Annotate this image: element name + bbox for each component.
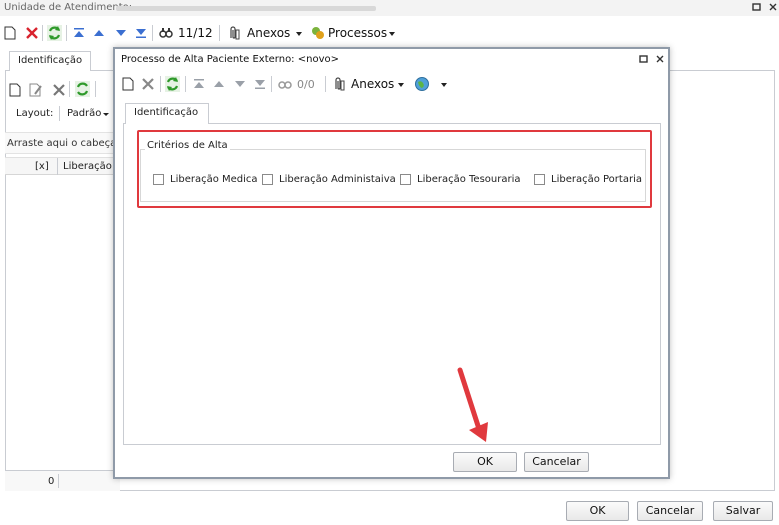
process-icon[interactable]: [310, 25, 326, 44]
layout-select[interactable]: Padrão: [67, 108, 101, 119]
ok-button[interactable]: OK: [453, 452, 517, 472]
edit-icon[interactable]: [29, 83, 43, 100]
search-icon[interactable]: [278, 78, 292, 93]
group-by-hint: Arraste aqui o cabeçalh: [5, 132, 125, 154]
main-title-label: Unidade de Atendimento:: [4, 2, 133, 13]
tab-label: Identificação: [18, 55, 83, 66]
last-record-icon[interactable]: [135, 27, 147, 42]
new-icon[interactable]: [4, 26, 16, 43]
tab-identificacao[interactable]: Identificação: [9, 51, 91, 71]
layout-bar: Layout: Padrão: [5, 102, 115, 126]
record-position: 11/12: [178, 26, 213, 40]
grid-footer: 0: [5, 470, 120, 491]
record-position: 0/0: [297, 78, 315, 91]
refresh-icon[interactable]: [47, 25, 62, 44]
first-record-icon[interactable]: [73, 27, 85, 42]
new-icon[interactable]: [9, 83, 21, 100]
layout-label: Layout:: [16, 108, 54, 119]
chevron-down-icon[interactable]: [296, 32, 302, 36]
cancel-button[interactable]: Cancelar: [637, 501, 703, 521]
restore-window-icon[interactable]: [752, 2, 762, 15]
modal-dialog: Processo de Alta Paciente Externo: <novo…: [113, 47, 670, 479]
delete-icon[interactable]: [52, 83, 66, 100]
processos-menu[interactable]: Processos: [328, 26, 387, 40]
next-record-icon[interactable]: [234, 79, 246, 92]
modal-toolbar: 0/0 Anexos: [115, 71, 668, 97]
next-record-icon[interactable]: [115, 28, 127, 41]
anexos-menu[interactable]: Anexos: [351, 77, 394, 91]
first-record-icon[interactable]: [193, 78, 205, 93]
chevron-down-icon[interactable]: [389, 32, 395, 36]
tab-label: Identificação: [134, 107, 199, 118]
anexos-menu[interactable]: Anexos: [247, 26, 290, 40]
grid-header: [x] Liberação M: [5, 157, 124, 175]
grid-toolbar: [5, 78, 115, 100]
column-header-select[interactable]: [x]: [35, 161, 49, 172]
attachment-icon[interactable]: [228, 26, 240, 43]
highlight-annotation: [137, 130, 652, 208]
main-toolbar: 11/12 Anexos Processos: [0, 20, 779, 46]
globe-icon[interactable]: [414, 76, 430, 95]
arrow-annotation-icon: [457, 367, 488, 442]
main-titlebar: Unidade de Atendimento:: [0, 0, 779, 16]
group-hint-text: Arraste aqui o cabeçalh: [7, 138, 126, 149]
delete-icon[interactable]: [141, 77, 155, 94]
prev-record-icon[interactable]: [213, 79, 225, 92]
restore-window-icon[interactable]: [639, 54, 649, 67]
chevron-down-icon[interactable]: [441, 83, 447, 87]
close-icon[interactable]: [768, 2, 778, 15]
refresh-icon[interactable]: [75, 81, 90, 100]
save-button[interactable]: Salvar: [713, 501, 773, 521]
chevron-down-icon[interactable]: [398, 83, 404, 87]
refresh-icon[interactable]: [165, 76, 180, 95]
main-title-value-blurred: [116, 6, 376, 11]
last-record-icon[interactable]: [254, 78, 266, 93]
modal-titlebar: Processo de Alta Paciente Externo: <novo…: [115, 49, 668, 69]
search-icon[interactable]: [159, 27, 173, 42]
close-icon[interactable]: [655, 54, 665, 67]
ok-button[interactable]: OK: [566, 501, 629, 521]
attachment-icon[interactable]: [333, 77, 345, 94]
footer-count: 0: [48, 476, 55, 487]
cancel-button[interactable]: Cancelar: [524, 452, 589, 472]
chevron-down-icon[interactable]: [103, 113, 109, 116]
prev-record-icon[interactable]: [93, 28, 105, 41]
delete-icon[interactable]: [25, 26, 39, 43]
modal-title: Processo de Alta Paciente Externo: <novo…: [121, 54, 339, 65]
tab-identificacao[interactable]: Identificação: [125, 103, 209, 124]
new-icon[interactable]: [122, 77, 134, 94]
